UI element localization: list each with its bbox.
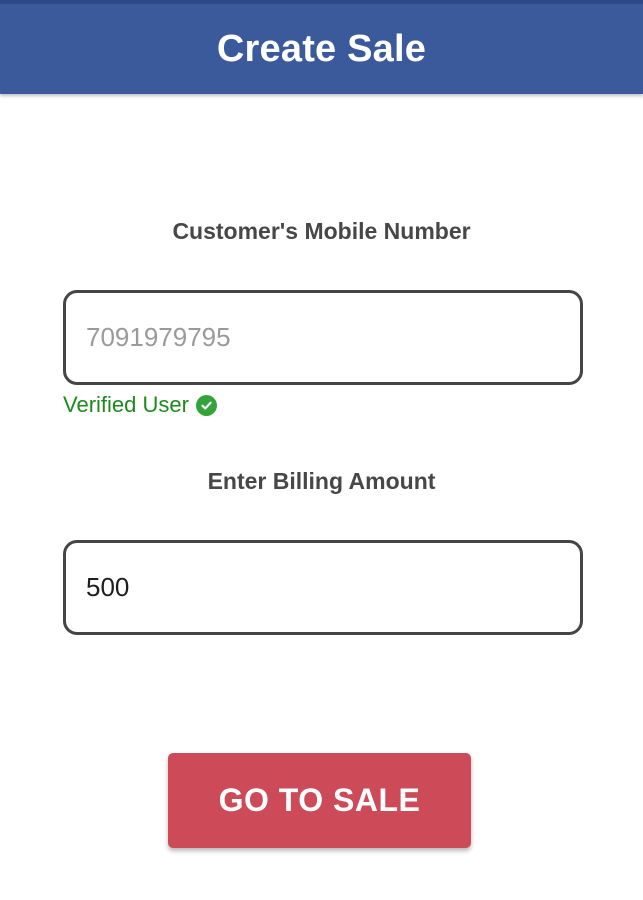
- verified-user-label: Verified User: [63, 392, 189, 417]
- create-sale-screen: Create Sale Customer's Mobile Number Ver…: [0, 0, 643, 900]
- check-circle-icon: [195, 394, 217, 416]
- billing-amount-input[interactable]: [86, 543, 580, 632]
- mobile-number-label: Customer's Mobile Number: [172, 218, 471, 244]
- go-to-sale-button[interactable]: GO TO SALE: [168, 753, 471, 848]
- page-title: Create Sale: [216, 27, 427, 70]
- billing-amount-label: Enter Billing Amount: [207, 468, 436, 494]
- mobile-number-field[interactable]: [63, 290, 583, 385]
- billing-amount-field[interactable]: [63, 540, 583, 635]
- verified-user-status: Verified User: [63, 392, 217, 418]
- mobile-number-input[interactable]: [86, 293, 580, 382]
- app-header: Create Sale: [0, 0, 643, 94]
